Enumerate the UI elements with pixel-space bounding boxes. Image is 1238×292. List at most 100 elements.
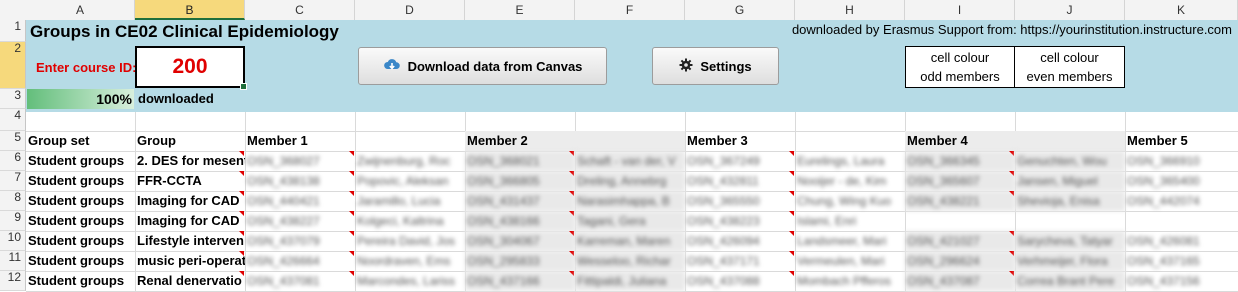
header-member-1[interactable]: Member 1 xyxy=(245,131,465,151)
column-header-h[interactable]: H xyxy=(795,0,905,20)
member-id-cell[interactable]: OSN_437087 xyxy=(905,271,1015,291)
comment-indicator[interactable] xyxy=(569,191,574,196)
member-id-cell[interactable]: OSN_437171 xyxy=(685,251,795,271)
fill-handle[interactable] xyxy=(240,83,247,90)
member-name-cell[interactable] xyxy=(1015,211,1125,231)
column-header-j[interactable]: J xyxy=(1015,0,1125,20)
comment-indicator[interactable] xyxy=(239,271,244,276)
comment-indicator[interactable] xyxy=(349,191,354,196)
member-id-cell[interactable]: OSN_432811 xyxy=(685,171,795,191)
header-member-3[interactable]: Member 3 xyxy=(685,131,905,151)
comment-indicator[interactable] xyxy=(1009,231,1014,236)
member-name-cell[interactable]: Tagani, Gera xyxy=(575,211,685,231)
member-id-cell[interactable]: OSN_365550 xyxy=(685,191,795,211)
member-id-cell[interactable]: OSN_426081 xyxy=(1125,231,1238,251)
comment-indicator[interactable] xyxy=(569,271,574,276)
member-name-cell[interactable]: Eurelings, Laura xyxy=(795,151,905,171)
member-name-cell[interactable]: Vermeulen, Mari xyxy=(795,251,905,271)
member-name-cell[interactable]: Shevioja, Enisa xyxy=(1015,191,1125,211)
member-name-cell[interactable]: Wesseloo, Richar xyxy=(575,251,685,271)
comment-indicator[interactable] xyxy=(349,251,354,256)
member-name-cell[interactable]: Popovic, Aleksan xyxy=(355,171,465,191)
member-id-cell[interactable] xyxy=(1125,211,1238,231)
legend-odd-members[interactable]: cell colour odd members xyxy=(905,46,1015,88)
member-id-cell[interactable]: OSN_365607 xyxy=(905,171,1015,191)
comment-indicator[interactable] xyxy=(569,171,574,176)
group-name-cell[interactable]: 2. DES for mesent xyxy=(135,151,245,171)
member-id-cell[interactable]: OSN_442074 xyxy=(1125,191,1238,211)
member-id-cell[interactable]: OSN_304067 xyxy=(465,231,575,251)
comment-indicator[interactable] xyxy=(789,171,794,176)
member-name-cell[interactable]: Mombach Pfferos xyxy=(795,271,905,291)
member-id-cell[interactable]: OSN_368021 xyxy=(465,151,575,171)
row-header-4[interactable]: 4 xyxy=(0,108,26,131)
member-name-cell[interactable]: Correa Brant Pere xyxy=(1015,271,1125,291)
member-name-cell[interactable]: Narasimhappa, B xyxy=(575,191,685,211)
column-header-g[interactable]: G xyxy=(685,0,795,20)
comment-indicator[interactable] xyxy=(1009,251,1014,256)
comment-indicator[interactable] xyxy=(239,231,244,236)
member-id-cell[interactable]: OSN_426664 xyxy=(245,251,355,271)
member-id-cell[interactable]: OSN_295833 xyxy=(465,251,575,271)
member-name-cell[interactable]: Chung, Wing Kuo xyxy=(795,191,905,211)
comment-indicator[interactable] xyxy=(349,211,354,216)
comment-indicator[interactable] xyxy=(789,231,794,236)
row-header-12[interactable]: 12 xyxy=(0,270,26,291)
member-id-cell[interactable]: OSN_437166 xyxy=(465,271,575,291)
member-id-cell[interactable]: OSN_437079 xyxy=(245,231,355,251)
member-name-cell[interactable]: Zwijnenburg, Roc xyxy=(355,151,465,171)
comment-indicator[interactable] xyxy=(1009,151,1014,156)
column-header-f[interactable]: F xyxy=(575,0,685,20)
member-name-cell[interactable]: Dreling, Annebrg xyxy=(575,171,685,191)
group-name-cell[interactable]: Imaging for CAD xyxy=(135,191,245,211)
group-name-cell[interactable]: music peri-operat xyxy=(135,251,245,271)
download-canvas-button[interactable]: Download data from Canvas xyxy=(358,47,607,85)
comment-indicator[interactable] xyxy=(349,171,354,176)
member-id-cell[interactable]: OSN_367249 xyxy=(685,151,795,171)
member-name-cell[interactable]: Noordraven, Ems xyxy=(355,251,465,271)
comment-indicator[interactable] xyxy=(239,151,244,156)
comment-indicator[interactable] xyxy=(349,151,354,156)
member-id-cell[interactable]: OSN_366910 xyxy=(1125,151,1238,171)
row-header-7[interactable]: 7 xyxy=(0,170,26,191)
member-id-cell[interactable]: OSN_437165 xyxy=(1125,251,1238,271)
member-id-cell[interactable]: OSN_368027 xyxy=(245,151,355,171)
comment-indicator[interactable] xyxy=(569,211,574,216)
group-set-cell[interactable]: Student groups xyxy=(26,271,135,291)
member-id-cell[interactable]: OSN_438138 xyxy=(245,171,355,191)
comment-indicator[interactable] xyxy=(569,251,574,256)
row-header-5[interactable]: 5 xyxy=(0,130,26,151)
group-set-cell[interactable]: Student groups xyxy=(26,151,135,171)
member-id-cell[interactable]: OSN_365400 xyxy=(1125,171,1238,191)
member-name-cell[interactable]: Nooijer - de, Kim xyxy=(795,171,905,191)
comment-indicator[interactable] xyxy=(1009,171,1014,176)
header-group-set[interactable]: Group set xyxy=(26,131,135,151)
course-id-input[interactable]: 200 xyxy=(135,46,247,90)
member-name-cell[interactable]: Sarycheva, Tatyar xyxy=(1015,231,1125,251)
header-group[interactable]: Group xyxy=(135,131,245,151)
comment-indicator[interactable] xyxy=(239,251,244,256)
comment-indicator[interactable] xyxy=(239,171,244,176)
comment-indicator[interactable] xyxy=(349,231,354,236)
member-name-cell[interactable]: Karreman, Maren xyxy=(575,231,685,251)
member-name-cell[interactable]: Schaft - van der, V xyxy=(575,151,685,171)
group-name-cell[interactable]: Lifestyle interven xyxy=(135,231,245,251)
group-name-cell[interactable]: FFR-CCTA xyxy=(135,171,245,191)
comment-indicator[interactable] xyxy=(789,211,794,216)
comment-indicator[interactable] xyxy=(1009,271,1014,276)
group-name-cell[interactable]: Imaging for CAD xyxy=(135,211,245,231)
column-header-d[interactable]: D xyxy=(355,0,465,20)
group-name-cell[interactable]: Renal denervatio xyxy=(135,271,245,291)
column-header-c[interactable]: C xyxy=(245,0,355,20)
member-name-cell[interactable]: Islami, Enri xyxy=(795,211,905,231)
comment-indicator[interactable] xyxy=(349,271,354,276)
comment-indicator[interactable] xyxy=(789,251,794,256)
member-name-cell[interactable]: Fittipaldi, Juliana xyxy=(575,271,685,291)
comment-indicator[interactable] xyxy=(569,231,574,236)
header-member-5[interactable]: Member 5 xyxy=(1125,131,1238,151)
member-id-cell[interactable]: OSN_431437 xyxy=(465,191,575,211)
group-set-cell[interactable]: Student groups xyxy=(26,251,135,271)
group-set-cell[interactable]: Student groups xyxy=(26,211,135,231)
row-header-6[interactable]: 6 xyxy=(0,150,26,171)
column-header-a[interactable]: A xyxy=(26,0,135,20)
